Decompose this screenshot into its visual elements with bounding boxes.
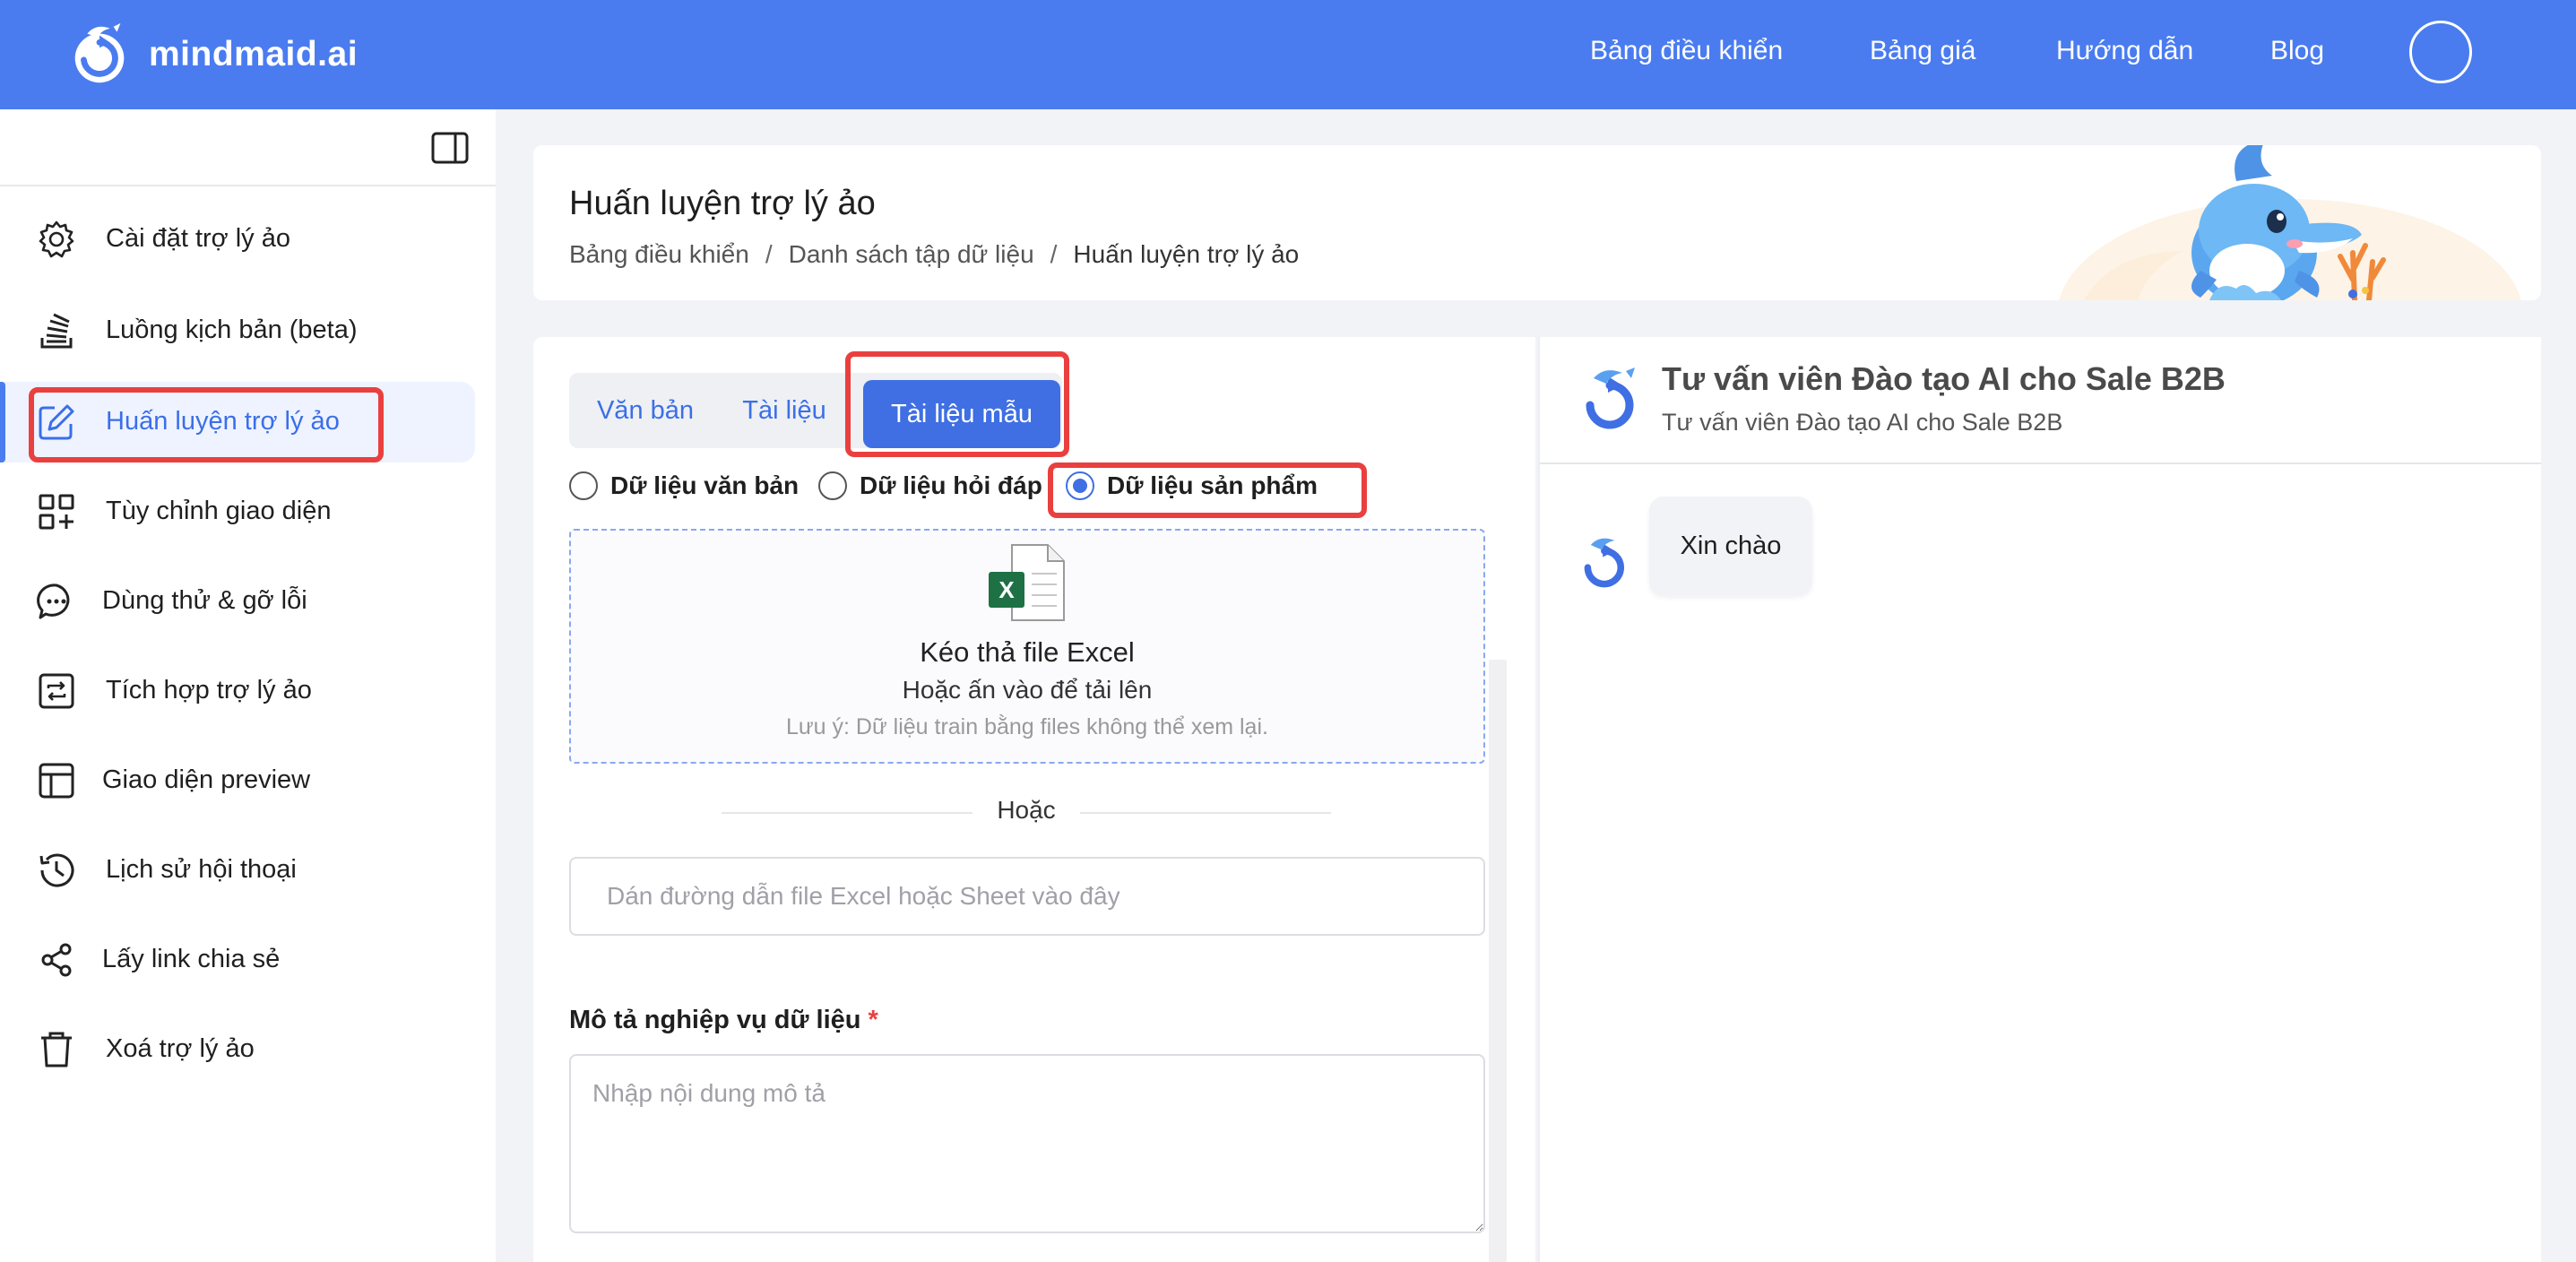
breadcrumb-dataset-list[interactable]: Danh sách tập dữ liệu <box>789 240 1034 269</box>
dropzone-title: Kéo thả file Excel <box>920 636 1135 668</box>
sidebar-item-delete[interactable]: Xoá trợ lý ảo <box>0 1009 496 1090</box>
description-label-text: Mô tả nghiệp vụ dữ liệu <box>569 1006 861 1034</box>
chat-message-bubble: Xin chào <box>1649 497 1812 595</box>
sidebar-item-label: Luồng kịch bản (beta) <box>106 316 358 344</box>
or-text: Hoặc <box>997 796 1056 824</box>
source-tabs: Văn bản Tài liệu Tài liệu mẫu <box>569 373 1062 448</box>
breadcrumb-separator: / <box>1050 240 1058 268</box>
nav-blog[interactable]: Blog <box>2270 36 2324 66</box>
sidebar-item-training[interactable]: Huấn luyện trợ lý ảo <box>0 382 475 462</box>
user-avatar[interactable] <box>2409 21 2472 83</box>
radio-label: Dữ liệu sản phẩm <box>1107 471 1318 499</box>
sidebar-item-label: Xoá trợ lý ảo <box>106 1034 255 1063</box>
breadcrumb-separator: / <box>765 240 773 268</box>
bot-subtitle: Tư vấn viên Đào tạo AI cho Sale B2B <box>1662 409 2063 436</box>
sidebar-item-integration[interactable]: Tích hợp trợ lý ảo <box>0 651 496 731</box>
history-icon <box>39 853 74 887</box>
bot-avatar-icon <box>1586 367 1635 429</box>
sidebar-item-history[interactable]: Lịch sử hội thoại <box>0 830 496 911</box>
grid-plus-icon <box>39 494 74 530</box>
required-mark: * <box>868 1006 878 1034</box>
radio-circle[interactable] <box>569 471 598 500</box>
or-divider: Hoặc <box>722 794 1331 830</box>
tab-sample-document[interactable]: Tài liệu mẫu <box>863 380 1060 448</box>
gear-icon <box>39 220 74 258</box>
layout-icon <box>39 763 74 799</box>
excel-dropzone[interactable]: X Kéo thả file Excel Hoặc ấn vào để tải … <box>569 529 1485 764</box>
bot-name: Tư vấn viên Đào tạo AI cho Sale B2B <box>1662 360 2226 397</box>
sidebar-item-label: Tùy chỉnh giao diện <box>106 497 332 525</box>
brand-logo[interactable]: mindmaid.ai <box>65 20 358 90</box>
excel-file-icon: X <box>989 544 1065 621</box>
radio-circle[interactable] <box>818 471 847 500</box>
training-panel: Văn bản Tài liệu Tài liệu mẫu Dữ liệu vă… <box>533 337 1535 1262</box>
breadcrumb: Bảng điều khiển / Danh sách tập dữ liệu … <box>569 240 1299 269</box>
share-icon <box>41 943 72 977</box>
page-title: Huấn luyện trợ lý ảo <box>569 185 876 222</box>
sidebar-item-label: Lấy link chia sẻ <box>102 945 281 973</box>
nav-pricing[interactable]: Bảng giá <box>1870 36 1975 66</box>
page-header: Huấn luyện trợ lý ảo Bảng điều khiển / D… <box>533 145 2541 300</box>
dolphin-mascot-illustration <box>2059 145 2521 300</box>
sidebar-item-label: Huấn luyện trợ lý ảo <box>106 407 340 436</box>
sidebar-item-preview[interactable]: Giao diện preview <box>0 740 496 821</box>
sync-icon <box>39 673 74 709</box>
description-label: Mô tả nghiệp vụ dữ liệu * <box>569 1006 878 1035</box>
radio-label: Dữ liệu hỏi đáp <box>860 471 1042 499</box>
edit-icon <box>39 404 74 440</box>
chat-header: Tư vấn viên Đào tạo AI cho Sale B2B Tư v… <box>1540 337 2541 464</box>
radio-text-data[interactable]: Dữ liệu văn bản <box>569 471 799 500</box>
sidebar-item-test-debug[interactable]: Dùng thử & gỡ lỗi <box>0 561 496 642</box>
nav-dashboard[interactable]: Bảng điều khiển <box>1590 36 1783 66</box>
scrollbar-track[interactable] <box>1489 660 1507 1262</box>
dolphin-logo-icon <box>74 22 125 83</box>
sidebar-item-label: Lịch sử hội thoại <box>106 855 297 884</box>
sidebar-item-label: Tích hợp trợ lý ảo <box>106 676 312 704</box>
sidebar-item-script-flow[interactable]: Luồng kịch bản (beta) <box>0 290 496 371</box>
bot-message-avatar-icon <box>1584 538 1625 588</box>
sidebar-item-label: Dùng thử & gỡ lỗi <box>102 586 307 615</box>
dropzone-note: Lưu ý: Dữ liệu train bằng files không th… <box>786 714 1268 739</box>
stack-icon <box>40 313 73 349</box>
breadcrumb-dashboard[interactable]: Bảng điều khiển <box>569 240 749 269</box>
chat-preview-panel: Tư vấn viên Đào tạo AI cho Sale B2B Tư v… <box>1538 337 2541 1262</box>
dropzone-subtitle: Hoặc ấn vào để tải lên <box>902 676 1153 704</box>
trash-icon <box>41 1032 72 1068</box>
breadcrumb-current: Huấn luyện trợ lý ảo <box>1073 240 1300 268</box>
sidebar-item-label: Giao diện preview <box>102 765 311 794</box>
sidebar-item-customize-ui[interactable]: Tùy chỉnh giao diện <box>0 471 496 552</box>
tab-document[interactable]: Tài liệu <box>722 373 847 448</box>
svg-text:X: X <box>998 576 1015 603</box>
sidebar: Cài đặt trợ lý ảo Luồng kịch bản (beta) … <box>0 109 496 1262</box>
sidebar-item-settings[interactable]: Cài đặt trợ lý ảo <box>0 199 496 280</box>
radio-qa-data[interactable]: Dữ liệu hỏi đáp <box>818 471 1042 500</box>
description-textarea[interactable] <box>569 1054 1485 1233</box>
sidebar-header <box>0 109 496 186</box>
radio-circle-checked[interactable] <box>1066 471 1094 500</box>
radio-label: Dữ liệu văn bản <box>610 471 800 499</box>
data-type-radio-group: Dữ liệu văn bản Dữ liệu hỏi đáp Dữ liệu … <box>569 471 1465 507</box>
sheet-url-input[interactable] <box>569 857 1485 936</box>
brand-name: mindmaid.ai <box>149 35 359 73</box>
sidebar-item-share-link[interactable]: Lấy link chia sẻ <box>0 920 496 1000</box>
sidebar-item-label: Cài đặt trợ lý ảo <box>106 224 290 253</box>
chat-icon <box>37 583 70 619</box>
nav-guide[interactable]: Hướng dẫn <box>2056 36 2193 66</box>
radio-product-data[interactable]: Dữ liệu sản phẩm <box>1066 471 1318 500</box>
top-navbar: mindmaid.ai Bảng điều khiển Bảng giá Hướ… <box>0 0 2576 109</box>
tab-text[interactable]: Văn bản <box>569 373 722 448</box>
sidebar-toggle-icon[interactable] <box>431 132 469 164</box>
